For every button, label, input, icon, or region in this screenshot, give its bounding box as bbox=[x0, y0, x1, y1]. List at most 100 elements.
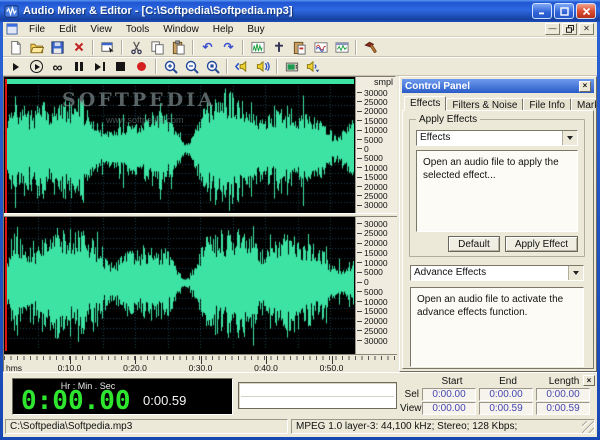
mix-paste-button[interactable] bbox=[268, 38, 289, 56]
menu-window[interactable]: Window bbox=[156, 23, 206, 36]
advance-effects-combobox[interactable]: Advance Effects bbox=[410, 265, 584, 281]
play-step-button[interactable] bbox=[89, 58, 110, 76]
effects-tab-page: Apply Effects Effects Open an audio file… bbox=[402, 110, 594, 369]
control-panel-close-button[interactable]: × bbox=[579, 80, 591, 92]
chevron-down-icon bbox=[573, 271, 579, 275]
control-panel-titlebar: Control Panel × bbox=[402, 79, 594, 93]
mix-window-button[interactable] bbox=[331, 38, 352, 56]
toolbar-separator bbox=[92, 39, 94, 55]
open-file-button[interactable] bbox=[26, 38, 47, 56]
toolbar-separator bbox=[242, 39, 244, 55]
tab-effects[interactable]: Effects bbox=[404, 96, 447, 111]
scale-tick: 5000 bbox=[357, 153, 396, 163]
mdi-document-icon[interactable] bbox=[6, 23, 19, 35]
menu-buy[interactable]: Buy bbox=[240, 23, 271, 36]
undo-button[interactable]: ↶ bbox=[197, 38, 218, 56]
app-window: Audio Mixer & Editor - [C:\Softpedia\Sof… bbox=[0, 0, 600, 440]
menu-edit[interactable]: Edit bbox=[52, 23, 83, 36]
tools-button[interactable] bbox=[360, 38, 381, 56]
pause-button[interactable] bbox=[68, 58, 89, 76]
loop-button[interactable]: ∞ bbox=[47, 58, 68, 76]
toolbar-separator bbox=[226, 59, 228, 74]
copy-button[interactable] bbox=[147, 38, 168, 56]
menu-tools[interactable]: Tools bbox=[119, 23, 156, 36]
cut-button[interactable] bbox=[126, 38, 147, 56]
scale-tick: 25000 bbox=[357, 228, 396, 238]
resize-grip[interactable] bbox=[582, 421, 594, 433]
save-button[interactable] bbox=[47, 38, 68, 56]
time-value-field[interactable]: 0:00.00 bbox=[479, 388, 533, 401]
stop-button[interactable] bbox=[110, 58, 131, 76]
overview-strip[interactable] bbox=[5, 79, 354, 84]
time-value-field[interactable]: 0:00.00 bbox=[422, 402, 476, 415]
status-file-path: C:\Softpedia\Softpedia.mp3 bbox=[5, 419, 288, 434]
scale-tick: 0 bbox=[357, 144, 396, 154]
watermark-text: SOFTPEDIA bbox=[62, 89, 216, 111]
scale-tick: 30000 bbox=[357, 219, 396, 229]
effects-combobox-value: Effects bbox=[420, 132, 451, 143]
toolbar-separator bbox=[155, 59, 157, 74]
menu-help[interactable]: Help bbox=[206, 23, 241, 36]
delete-button[interactable] bbox=[68, 38, 89, 56]
scale-tick: 15000 bbox=[357, 172, 396, 182]
scale-tick: 10000 bbox=[357, 258, 396, 268]
control-panel-tabs: Effects Filters & Noise File Info Marker… bbox=[404, 96, 596, 111]
close-button[interactable] bbox=[576, 3, 596, 19]
toolbar-separator bbox=[355, 39, 357, 55]
time-display: Hr : Min . Sec 0:00.00 0:00.59 bbox=[12, 378, 233, 415]
effects-default-button[interactable]: Default bbox=[448, 236, 500, 252]
zoom-out-button[interactable] bbox=[181, 58, 202, 76]
scale-tick: 0 bbox=[357, 277, 396, 287]
menu-file[interactable]: File bbox=[22, 23, 52, 36]
apply-effects-group: Apply Effects Effects Open an audio file… bbox=[409, 114, 585, 257]
redo-button[interactable]: ↷ bbox=[218, 38, 239, 56]
mixer-button[interactable] bbox=[310, 38, 331, 56]
apply-effects-label: Apply Effects bbox=[416, 114, 481, 125]
scale-tick: 25000 bbox=[357, 326, 396, 336]
minimize-button[interactable] bbox=[532, 3, 552, 19]
waveform-view-button[interactable] bbox=[247, 38, 268, 56]
time-value-field[interactable]: 0:00.59 bbox=[536, 402, 590, 415]
status-bar: C:\Softpedia\Softpedia.mp3 MPEG 1.0 laye… bbox=[3, 417, 597, 437]
scale-tick: 20000 bbox=[357, 238, 396, 248]
display-button[interactable] bbox=[281, 58, 302, 76]
time-value-field[interactable]: 0:00.00 bbox=[422, 388, 476, 401]
selection-row-view: View 0:00.00 0:00.59 0:00.59 bbox=[400, 402, 595, 415]
advance-effects-dropdown-button[interactable] bbox=[568, 266, 583, 280]
time-value-field[interactable]: 0:00.00 bbox=[536, 388, 590, 401]
mdi-minimize-button[interactable]: — bbox=[545, 23, 560, 35]
zoom-selection-button[interactable] bbox=[202, 58, 223, 76]
format-info-text: MPEG 1.0 layer-3: 44,100 kHz; Stereo; 12… bbox=[296, 421, 518, 432]
selection-row-label: View bbox=[400, 403, 422, 414]
effects-combobox-dropdown-button[interactable] bbox=[562, 131, 577, 145]
record-button[interactable] bbox=[131, 58, 152, 76]
play-from-start-button[interactable] bbox=[231, 58, 252, 76]
mdi-restore-button[interactable] bbox=[562, 23, 577, 35]
time-total: 0:00.59 bbox=[143, 393, 187, 408]
volume-button[interactable] bbox=[302, 58, 323, 76]
properties-button[interactable] bbox=[97, 38, 118, 56]
channel-divider[interactable] bbox=[4, 213, 397, 217]
new-file-button[interactable] bbox=[5, 38, 26, 56]
time-value-field[interactable]: 0:00.59 bbox=[479, 402, 533, 415]
scale-tick: 15000 bbox=[357, 116, 396, 126]
effects-combobox[interactable]: Effects bbox=[416, 130, 578, 146]
selection-panel-close-button[interactable]: × bbox=[583, 375, 595, 386]
mdi-close-button[interactable]: ✕ bbox=[579, 23, 594, 35]
time-ruler[interactable]: hms 0:10.0 0:20.0 0:30.0 0:40.0 0:50.0 bbox=[4, 354, 397, 373]
apply-effect-button[interactable]: Apply Effect bbox=[504, 236, 578, 252]
paste-button[interactable] bbox=[168, 38, 189, 56]
scale-tick: 10000 bbox=[357, 297, 396, 307]
zoom-in-button[interactable] bbox=[160, 58, 181, 76]
play-selection-button[interactable] bbox=[252, 58, 273, 76]
paste-special-button[interactable] bbox=[289, 38, 310, 56]
maximize-button[interactable] bbox=[554, 3, 574, 19]
scale-tick: 20000 bbox=[357, 182, 396, 192]
toolbar-separator bbox=[276, 59, 278, 74]
waveform-channel-right[interactable] bbox=[5, 218, 354, 348]
scale-tick: 25000 bbox=[357, 97, 396, 107]
play-all-button[interactable] bbox=[26, 58, 47, 76]
chevron-down-icon bbox=[567, 136, 573, 140]
menu-view[interactable]: View bbox=[83, 23, 119, 36]
play-button[interactable] bbox=[5, 58, 26, 76]
